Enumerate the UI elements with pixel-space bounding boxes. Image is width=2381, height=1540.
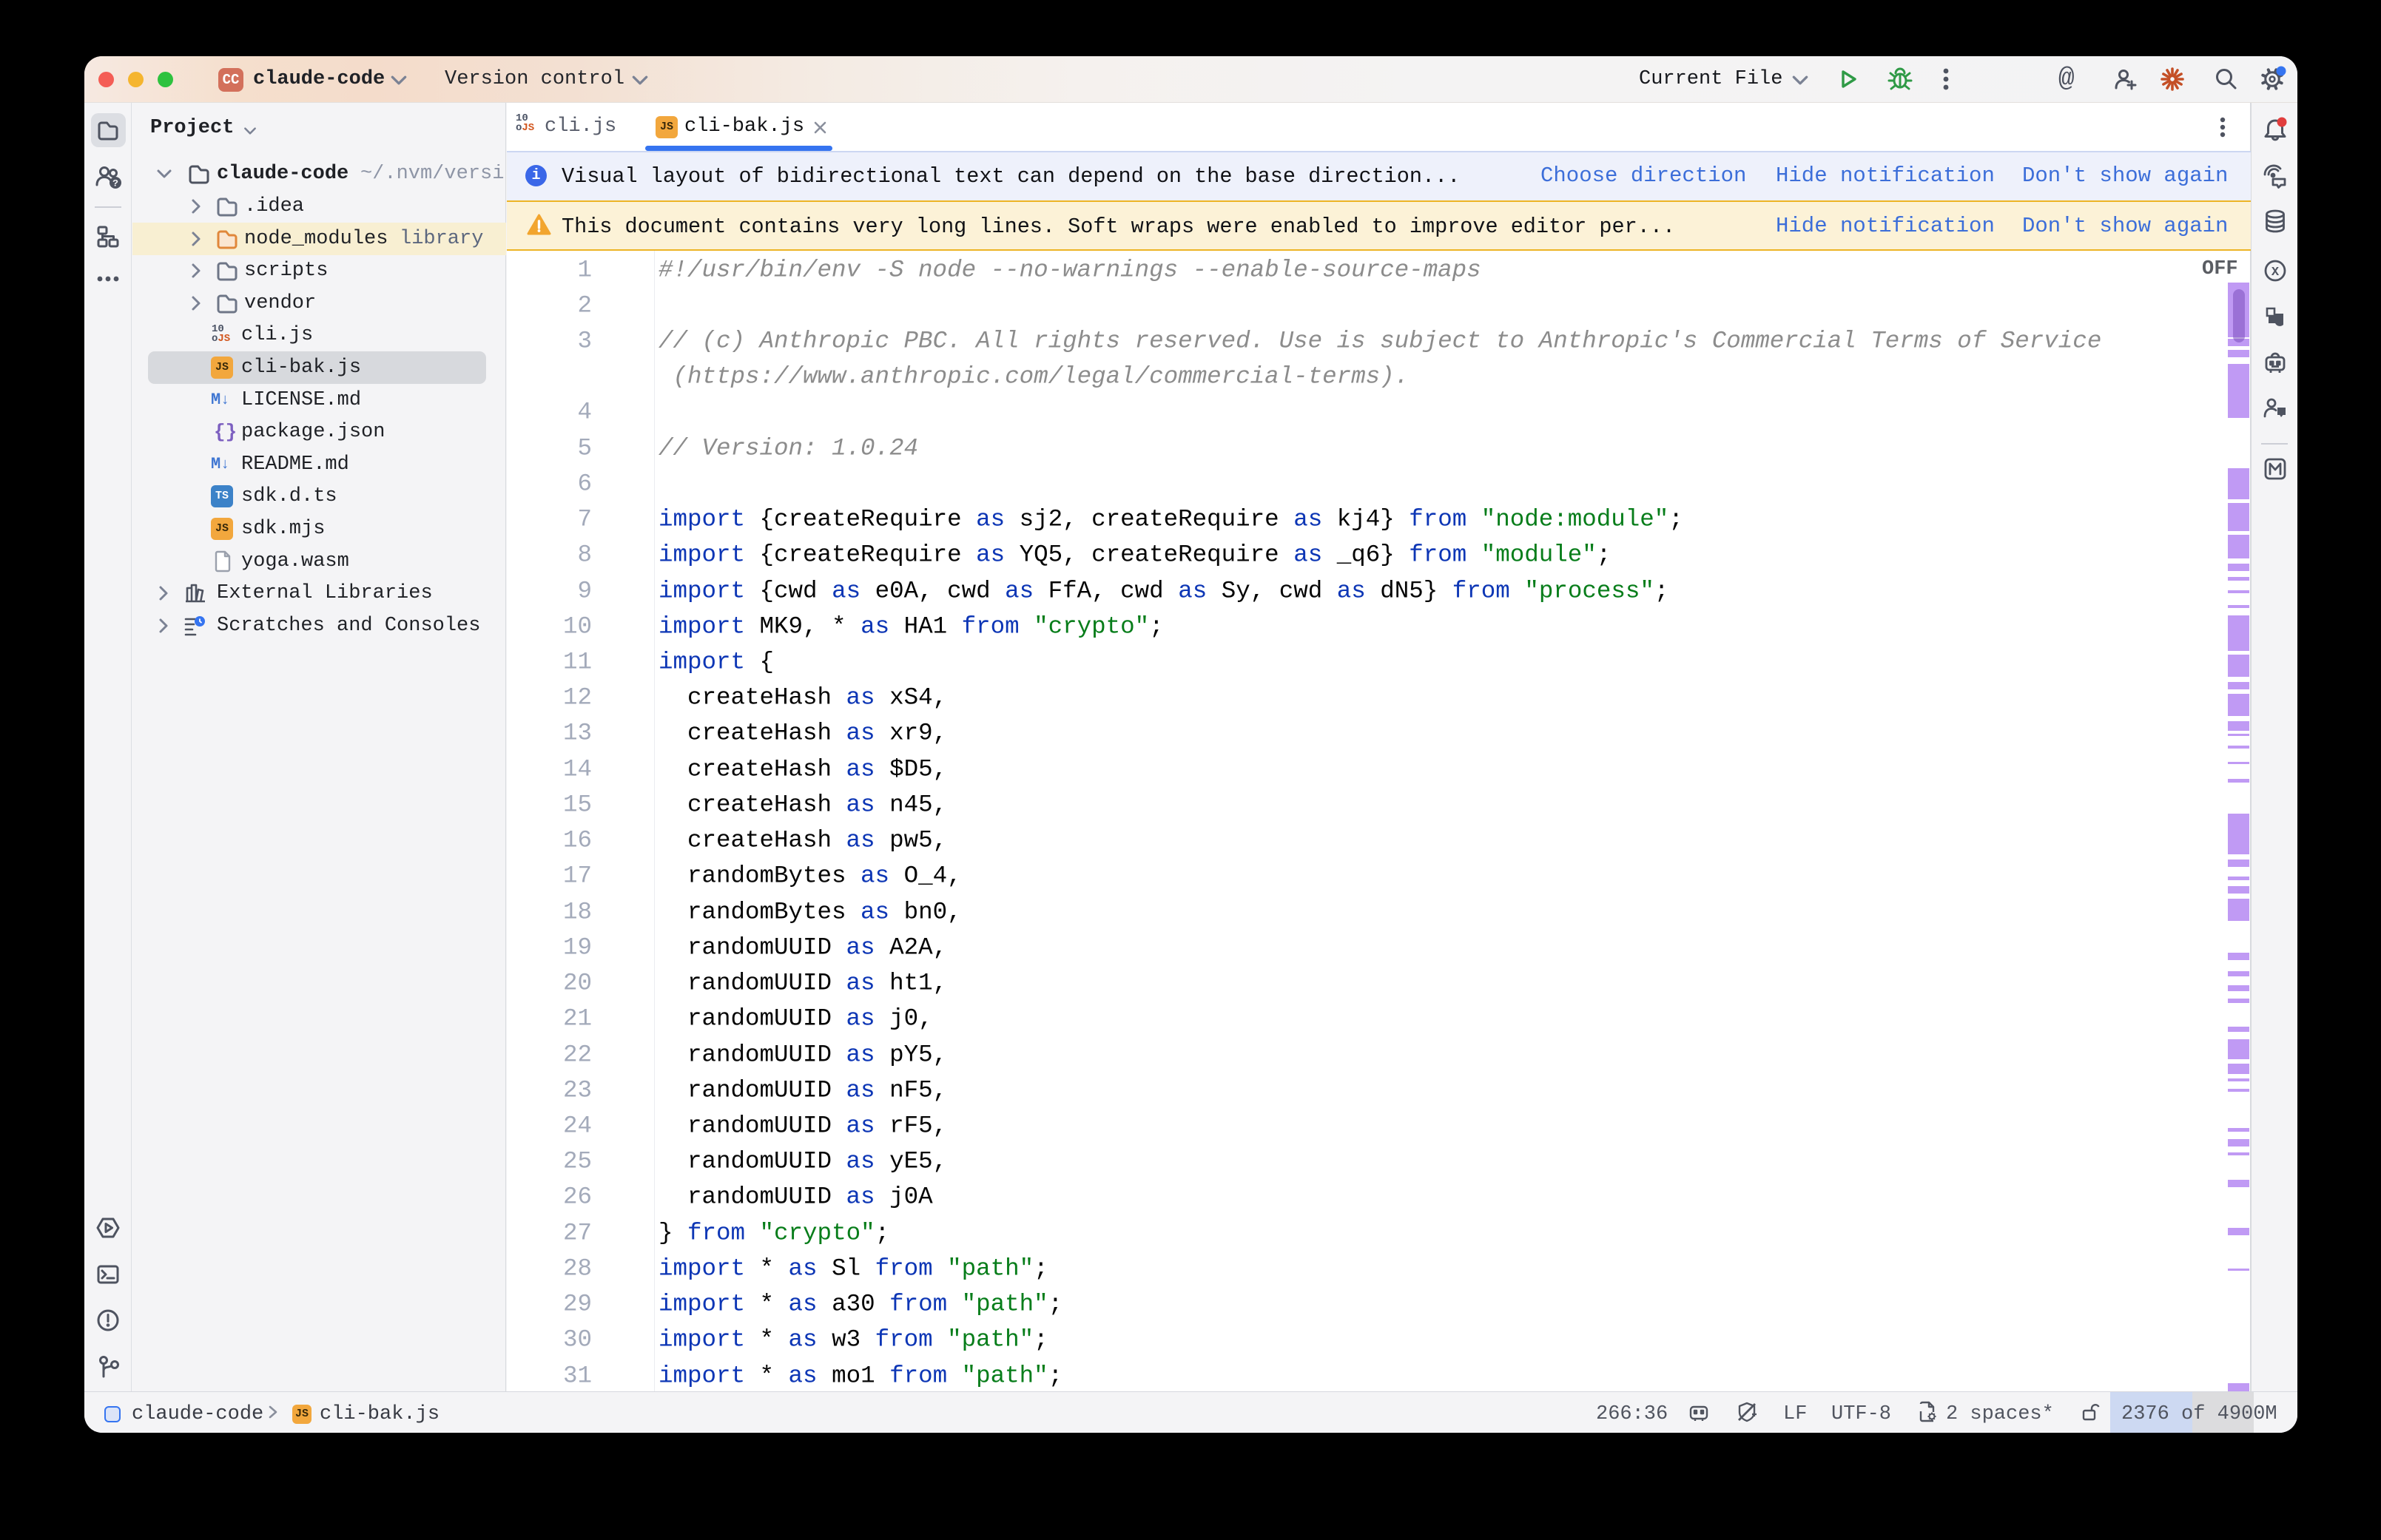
- svg-text:?: ?: [112, 178, 118, 189]
- svg-text:X: X: [2271, 266, 2280, 280]
